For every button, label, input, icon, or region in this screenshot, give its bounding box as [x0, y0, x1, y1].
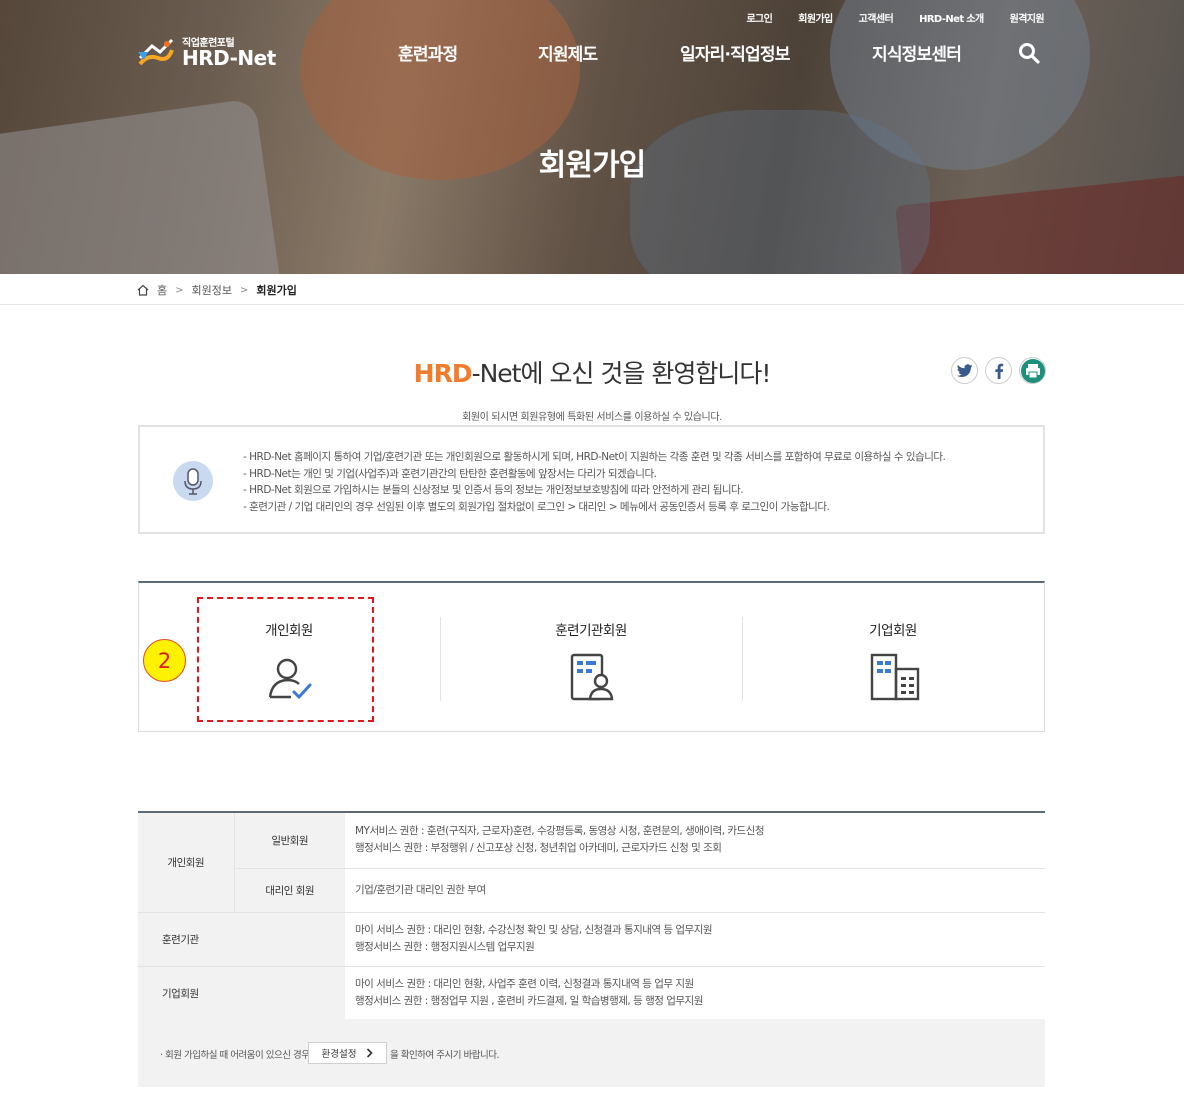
print-button[interactable]	[1019, 357, 1046, 384]
remote-support-link[interactable]: 원격지원	[1010, 10, 1045, 25]
table-subgroup-cell: 대리인 회원	[233, 868, 345, 913]
table-desc-cell: MY서비스 권한 : 훈련(구직자, 근로자)훈련, 수강평등록, 동영상 시청…	[345, 813, 1045, 869]
breadcrumb-home[interactable]: 홈	[157, 282, 167, 298]
member-type-label: 개인회원	[265, 623, 313, 639]
login-link[interactable]: 로그인	[746, 10, 772, 25]
environment-settings-button[interactable]: 환경설정	[308, 1042, 387, 1064]
notice-item: - 훈련기관 / 기업 대리인의 경우 선임된 이후 별도의 회원가입 절차없이…	[243, 500, 830, 513]
breadcrumb: 홈 > 회원정보 > 회원가입	[137, 282, 297, 298]
environment-settings-label: 환경설정	[321, 1049, 357, 1060]
print-icon	[1020, 358, 1045, 383]
home-icon[interactable]	[137, 284, 149, 296]
facebook-icon	[994, 363, 1003, 379]
divider	[0, 304, 1184, 305]
about-link[interactable]: HRD-Net 소개	[919, 10, 984, 25]
member-type-label: 훈련기관회원	[555, 623, 627, 639]
twitter-share-button[interactable]	[951, 357, 978, 384]
notice-item: - HRD-Net 홈페이지 통하여 기업/훈련기관 또는 개인회원으로 활동하…	[243, 451, 946, 463]
table-row: 개인회원 일반회원 MY서비스 권한 : 훈련(구직자, 근로자)훈련, 수강평…	[138, 813, 1045, 913]
utility-nav: 로그인 회원가입 고객센터 HRD-Net 소개 원격지원	[746, 10, 1044, 25]
chevron-right-icon: >	[175, 284, 184, 296]
member-type-selector: 개인회원 훈련기관회원 기업회원	[138, 581, 1045, 732]
institution-member-option[interactable]: 훈련기관회원	[441, 583, 741, 731]
customer-center-link[interactable]: 고객센터	[859, 10, 894, 25]
welcome-brand: HRD	[413, 359, 473, 388]
table-group-cell: 기업회원	[138, 966, 345, 1021]
table-row: 훈련기관 마이 서비스 권한 : 대리인 현황, 수강신청 확인 및 상담, 신…	[138, 912, 1045, 967]
notice-list: - HRD-Net 홈페이지 통하여 기업/훈련기관 또는 개인회원으로 활동하…	[243, 449, 946, 515]
help-note-text: 을 확인하여 주시기 바랍니다.	[390, 1050, 499, 1061]
main-nav: 훈련과정 지원제도 일자리·직업정보 지식정보센터	[360, 40, 1020, 66]
share-buttons	[951, 357, 1046, 384]
facebook-share-button[interactable]	[985, 357, 1012, 384]
annotation-step-badge: 2	[143, 639, 186, 682]
breadcrumb-parent[interactable]: 회원정보	[192, 282, 232, 298]
table-row: 기업회원 마이 서비스 권한 : 대리인 현황, 사업주 훈련 이력, 신청결과…	[138, 966, 1045, 1021]
welcome-text: -Net에 오신 것을 환영합니다!	[471, 359, 772, 388]
table-group-cell: 개인회원	[138, 813, 234, 913]
nav-jobs-info[interactable]: 일자리·직업정보	[680, 40, 790, 65]
table-desc-cell: 마이 서비스 권한 : 대리인 현황, 수강신청 확인 및 상담, 신청결과 통…	[345, 912, 1045, 967]
notice-item: - HRD-Net는 개인 및 기업(사업주)과 훈련기관간의 탄탄한 훈련활동…	[243, 467, 657, 480]
site-logo[interactable]: 직업훈련포털 HRD-Net	[138, 34, 278, 70]
welcome-intro: 회원이 되시면 회원유형에 특화된 서비스를 이용하실 수 있습니다.	[462, 412, 722, 423]
table-group-cell: 훈련기관	[138, 912, 345, 967]
nav-knowledge-center[interactable]: 지식정보센터	[872, 40, 962, 65]
table-desc-cell: 기업/훈련기관 대리인 권한 부여	[345, 868, 1045, 913]
nav-training-courses[interactable]: 훈련과정	[398, 40, 458, 65]
hero-banner: 직업훈련포털 HRD-Net 로그인 회원가입 고객센터 HRD-Net 소개 …	[0, 0, 1184, 274]
logo-mark-icon	[138, 38, 174, 66]
twitter-icon	[956, 363, 972, 377]
table-desc-cell: 마이 서비스 권한 : 대리인 현황, 사업주 훈련 이력, 신청결과 통지내역…	[345, 966, 1045, 1021]
institution-person-icon	[570, 653, 614, 701]
person-check-icon	[268, 658, 312, 700]
table-row: 대리인 회원 기업/훈련기관 대리인 권한 부여	[138, 868, 1045, 913]
breadcrumb-current: 회원가입	[256, 284, 297, 297]
search-icon[interactable]	[1018, 42, 1040, 64]
help-note: · 회원 가입하실 때 어려움이 있으신 경우 환경설정 을 확인하여 주시기 …	[138, 1019, 1045, 1087]
member-type-label: 기업회원	[869, 623, 917, 639]
nav-support-system[interactable]: 지원제도	[538, 40, 598, 65]
signup-link[interactable]: 회원가입	[798, 10, 833, 25]
help-note-text: · 회원 가입하실 때 어려움이 있으신 경우	[160, 1050, 310, 1061]
logo-title: HRD-Net	[182, 46, 276, 70]
member-info-table: 개인회원 일반회원 MY서비스 권한 : 훈련(구직자, 근로자)훈련, 수강평…	[138, 811, 1045, 1021]
chevron-right-icon: >	[240, 284, 249, 296]
notice-box: - HRD-Net 홈페이지 통하여 기업/훈련기관 또는 개인회원으로 활동하…	[138, 425, 1045, 534]
building-icon	[870, 653, 920, 701]
table-subgroup-cell: 일반회원	[233, 813, 345, 869]
page-title: 회원가입	[538, 148, 646, 183]
notice-item: - HRD-Net 회원으로 가입하시는 분들의 신상정보 및 인증서 등의 정…	[243, 484, 744, 497]
company-member-option[interactable]: 기업회원	[743, 583, 1043, 731]
chevron-right-icon	[367, 1048, 374, 1058]
microphone-icon	[173, 461, 213, 501]
